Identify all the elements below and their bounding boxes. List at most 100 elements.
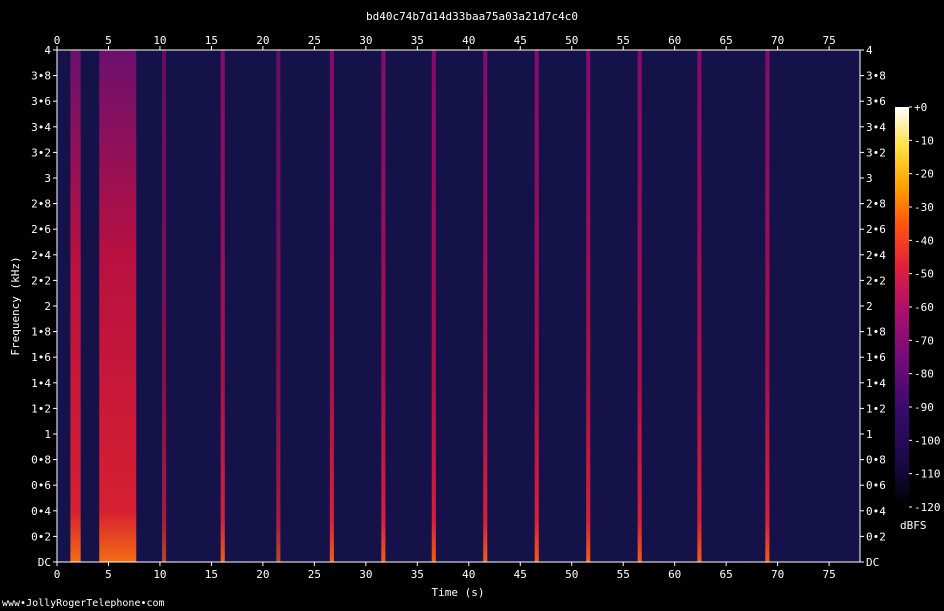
- colorbar-tick-label: -10: [914, 134, 934, 147]
- y-tick-label: 1•8: [866, 326, 886, 339]
- y-tick-label: 1•2: [866, 402, 886, 415]
- event-band: [483, 50, 488, 562]
- y-tick-label: 3: [866, 172, 873, 185]
- y-tick-label: 1•4: [866, 377, 886, 390]
- x-ticks-top: 0 5 10 15 20 25 30 35 40 45 50 55 60 65 70 75: [54, 34, 836, 50]
- x-tick-label: 40: [462, 568, 475, 581]
- x-tick-label: 55: [617, 568, 630, 581]
- x-tick-label: 5: [105, 34, 112, 47]
- x-tick-label: 45: [514, 568, 527, 581]
- y-tick-label: 0•4: [866, 505, 886, 518]
- y-tick-label: 3•4: [31, 121, 51, 134]
- event-band: [586, 50, 591, 562]
- colorbar-tick-label: -80: [914, 368, 934, 381]
- x-tick-label: 60: [668, 34, 681, 47]
- y-tick-label: 4: [44, 44, 51, 57]
- event-band: [276, 50, 281, 562]
- y-tick-label: 2•6: [866, 223, 886, 236]
- y-tick-label: 2•2: [866, 274, 886, 287]
- y-tick-label: 3: [44, 172, 51, 185]
- x-tick-label: 15: [205, 568, 218, 581]
- event-band: [70, 50, 81, 562]
- y-tick-label: 3•8: [866, 70, 886, 83]
- y-ticks-left: DC 0•2 0•4 0•6 0•8 1 1•2 1•4 1•6 1•8 2 2•2 2•4 2•6 2•8…: [31, 44, 57, 569]
- x-tick-label: 40: [462, 34, 475, 47]
- x-tick-label: 20: [256, 34, 269, 47]
- x-tick-label: 20: [256, 568, 269, 581]
- x-tick-label: 30: [359, 34, 372, 47]
- y-tick-label: 1•6: [31, 351, 51, 364]
- y-tick-label: 0•8: [31, 454, 51, 467]
- event-band: [765, 50, 770, 562]
- y-tick-label: 0•2: [31, 530, 51, 543]
- colorbar-tick-label: -70: [914, 334, 934, 347]
- plot-background: [57, 50, 860, 562]
- y-tick-label: 1•4: [31, 377, 51, 390]
- event-band: [162, 50, 167, 562]
- x-tick-label: 75: [822, 568, 835, 581]
- y-tick-label: 2•2: [31, 274, 51, 287]
- colorbar-tick-label: -100: [914, 434, 941, 447]
- x-tick-label: 25: [308, 568, 321, 581]
- spectrogram-chart: bd40c74b7d14d33baa75a03a21d7c4c0 0 5 10 15 2…: [9, 10, 941, 599]
- y-tick-label: 3•6: [31, 95, 51, 108]
- chart-title: bd40c74b7d14d33baa75a03a21d7c4c0: [366, 10, 578, 23]
- colorbar-label: dBFS: [900, 519, 927, 532]
- y-axis-label: Frequency (kHz): [9, 256, 22, 355]
- x-tick-label: 15: [205, 34, 218, 47]
- event-band: [381, 50, 386, 562]
- x-tick-label: 25: [308, 34, 321, 47]
- x-axis-label: Time (s): [432, 586, 485, 599]
- x-tick-label: 30: [359, 568, 372, 581]
- colorbar-tick-label: -120: [914, 501, 941, 514]
- event-band: [637, 50, 642, 562]
- colorbar-tick-label: -50: [914, 268, 934, 281]
- footer-text: www•JollyRogerTelephone•com: [2, 598, 165, 609]
- event-band: [220, 50, 225, 562]
- y-tick-label: 1•2: [31, 402, 51, 415]
- y-tick-label: 0•8: [866, 454, 886, 467]
- x-tick-label: 50: [565, 568, 578, 581]
- x-tick-label: 70: [771, 34, 784, 47]
- colorbar-tick-label: -110: [914, 468, 941, 481]
- y-tick-label: 2: [866, 300, 873, 313]
- x-tick-label: 35: [411, 34, 424, 47]
- y-tick-label: 3•4: [866, 121, 886, 134]
- y-tick-label: 1•8: [31, 326, 51, 339]
- y-ticks-right: DC 0•2 0•4 0•6 0•8 1 1•2 1•4 1•6 1•8 2 2•2 2•4 2•6 2•8…: [860, 44, 886, 569]
- y-tick-label: 3•6: [866, 95, 886, 108]
- x-tick-label: 5: [105, 568, 112, 581]
- y-tick-label: 0•2: [866, 530, 886, 543]
- y-tick-label: DC: [38, 556, 51, 569]
- colorbar-tick-label: -60: [914, 301, 934, 314]
- y-tick-label: 2: [44, 300, 51, 313]
- x-ticks-bottom: 0 5 10 15 20 25 30 35 40 45 50 55 60 65 70 75: [54, 562, 836, 581]
- colorbar-tick-label: -30: [914, 201, 934, 214]
- y-tick-label: 1: [44, 428, 51, 441]
- colorbar: [895, 107, 909, 507]
- colorbar-tick-label: -40: [914, 234, 934, 247]
- y-tick-label: 2•8: [31, 198, 51, 211]
- y-tick-label: DC: [866, 556, 879, 569]
- x-tick-label: 10: [153, 568, 166, 581]
- x-tick-label: 50: [565, 34, 578, 47]
- colorbar-tick-label: -90: [914, 401, 934, 414]
- y-tick-label: 1: [866, 428, 873, 441]
- y-tick-label: 1•6: [866, 351, 886, 364]
- y-tick-label: 0•6: [31, 479, 51, 492]
- colorbar-ticks: +0 -10 -20 -30 -40 -50 -60 -70 -80 -90 -100 -110 -12…: [909, 101, 941, 514]
- x-tick-label: 0: [54, 34, 61, 47]
- y-tick-label: 3•8: [31, 70, 51, 83]
- x-tick-label: 65: [720, 568, 733, 581]
- y-tick-label: 0•4: [31, 505, 51, 518]
- event-band: [329, 50, 334, 562]
- x-tick-label: 75: [822, 34, 835, 47]
- x-tick-label: 35: [411, 568, 424, 581]
- x-tick-label: 65: [720, 34, 733, 47]
- event-band: [99, 50, 137, 562]
- y-tick-label: 2•6: [31, 223, 51, 236]
- event-band: [697, 50, 702, 562]
- colorbar-tick-label: +0: [914, 101, 927, 114]
- y-tick-label: 0•6: [866, 479, 886, 492]
- x-tick-label: 60: [668, 568, 681, 581]
